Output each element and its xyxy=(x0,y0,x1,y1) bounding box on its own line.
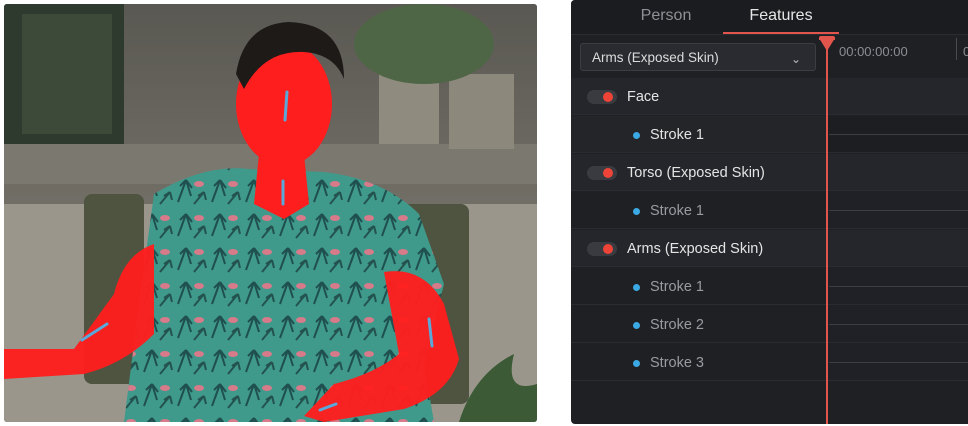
stroke-marker-face[interactable] xyxy=(283,90,289,122)
toggle-arms[interactable] xyxy=(587,242,617,256)
track-row-arms-stroke-3[interactable]: Stroke 3 xyxy=(571,344,968,381)
timeline-timecode: 00:00:00:00 xyxy=(839,44,908,59)
track-row-torso-stroke-1[interactable]: Stroke 1 xyxy=(571,192,968,229)
feature-select[interactable]: Arms (Exposed Skin) ⌄ xyxy=(580,43,816,71)
magic-mask-panel: Person Features Arms (Exposed Skin) ⌄ 00… xyxy=(571,0,968,424)
toggle-knob xyxy=(603,92,613,102)
ruler-divider xyxy=(956,38,957,60)
track-row-torso[interactable]: Torso (Exposed Skin) xyxy=(571,154,968,191)
track-keyline xyxy=(829,286,968,287)
toggle-knob xyxy=(603,244,613,254)
playhead-handle[interactable] xyxy=(819,38,835,51)
track-label: Stroke 2 xyxy=(650,317,704,333)
ruler-label: 0 xyxy=(963,44,968,59)
track-row-arms-stroke-1[interactable]: Stroke 1 xyxy=(571,268,968,305)
track-keyline xyxy=(829,210,968,211)
toggle-face[interactable] xyxy=(587,90,617,104)
viewer-frame xyxy=(4,4,537,422)
track-label: Torso (Exposed Skin) xyxy=(627,165,765,181)
tab-features[interactable]: Features xyxy=(719,0,843,34)
toggle-torso[interactable] xyxy=(587,166,617,180)
track-keyline xyxy=(829,324,968,325)
track-label: Stroke 1 xyxy=(650,127,704,143)
stroke-dot-icon xyxy=(633,360,640,367)
playhead-line[interactable] xyxy=(826,38,828,424)
chevron-down-icon: ⌄ xyxy=(790,52,801,66)
stroke-dot-icon xyxy=(633,284,640,291)
track-keyline xyxy=(829,362,968,363)
toggle-knob xyxy=(603,168,613,178)
track-keyline xyxy=(829,134,968,135)
track-label: Stroke 1 xyxy=(650,279,704,295)
track-label: Stroke 3 xyxy=(650,355,704,371)
tab-person[interactable]: Person xyxy=(611,0,721,34)
feature-select-value: Arms (Exposed Skin) xyxy=(592,50,719,65)
background-planter-2 xyxy=(449,74,514,149)
track-label: Stroke 1 xyxy=(650,203,704,219)
tab-bar: Person Features xyxy=(571,0,968,35)
stroke-dot-icon xyxy=(633,208,640,215)
track-row-arms-stroke-2[interactable]: Stroke 2 xyxy=(571,306,968,343)
track-row-face-stroke-1[interactable]: Stroke 1 xyxy=(571,116,968,153)
background-plants xyxy=(354,4,494,84)
track-row-arms[interactable]: Arms (Exposed Skin) xyxy=(571,230,968,267)
track-row-face[interactable]: Face xyxy=(571,78,968,115)
video-viewer[interactable] xyxy=(4,4,537,422)
background-window xyxy=(22,14,112,134)
stroke-dot-icon xyxy=(633,322,640,329)
track-label: Face xyxy=(627,89,660,105)
track-label: Arms (Exposed Skin) xyxy=(627,241,764,257)
stroke-dot-icon xyxy=(633,132,640,139)
